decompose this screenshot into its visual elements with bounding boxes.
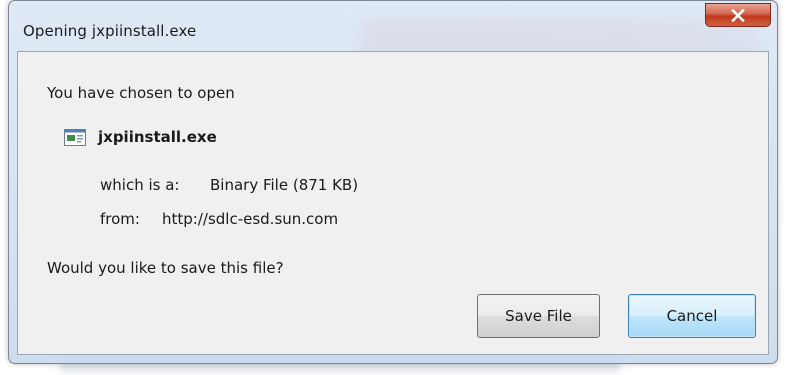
file-info-row: jxpiinstall.exe [64,128,217,146]
source-label: from: [100,210,140,228]
file-type-label: which is a: [100,176,180,194]
dialog-content: You have chosen to open jxpiinstall.exe … [17,51,769,355]
title-bar[interactable]: Opening jxpiinstall.exe [9,1,777,41]
close-button[interactable] [705,3,771,27]
download-dialog-window: Opening jxpiinstall.exe You have chosen … [8,0,778,364]
save-question: Would you like to save this file? [47,259,284,277]
cancel-button[interactable]: Cancel [628,294,756,338]
close-icon [731,8,745,22]
window-title: Opening jxpiinstall.exe [23,22,197,40]
executable-file-icon [64,128,86,146]
source-url: http://sdlc-esd.sun.com [162,210,339,228]
intro-text: You have chosen to open [47,84,235,102]
file-name: jxpiinstall.exe [98,128,217,146]
file-type-value: Binary File (871 KB) [210,176,359,194]
screen: Opening jxpiinstall.exe You have chosen … [0,0,786,375]
save-file-button[interactable]: Save File [477,294,600,338]
